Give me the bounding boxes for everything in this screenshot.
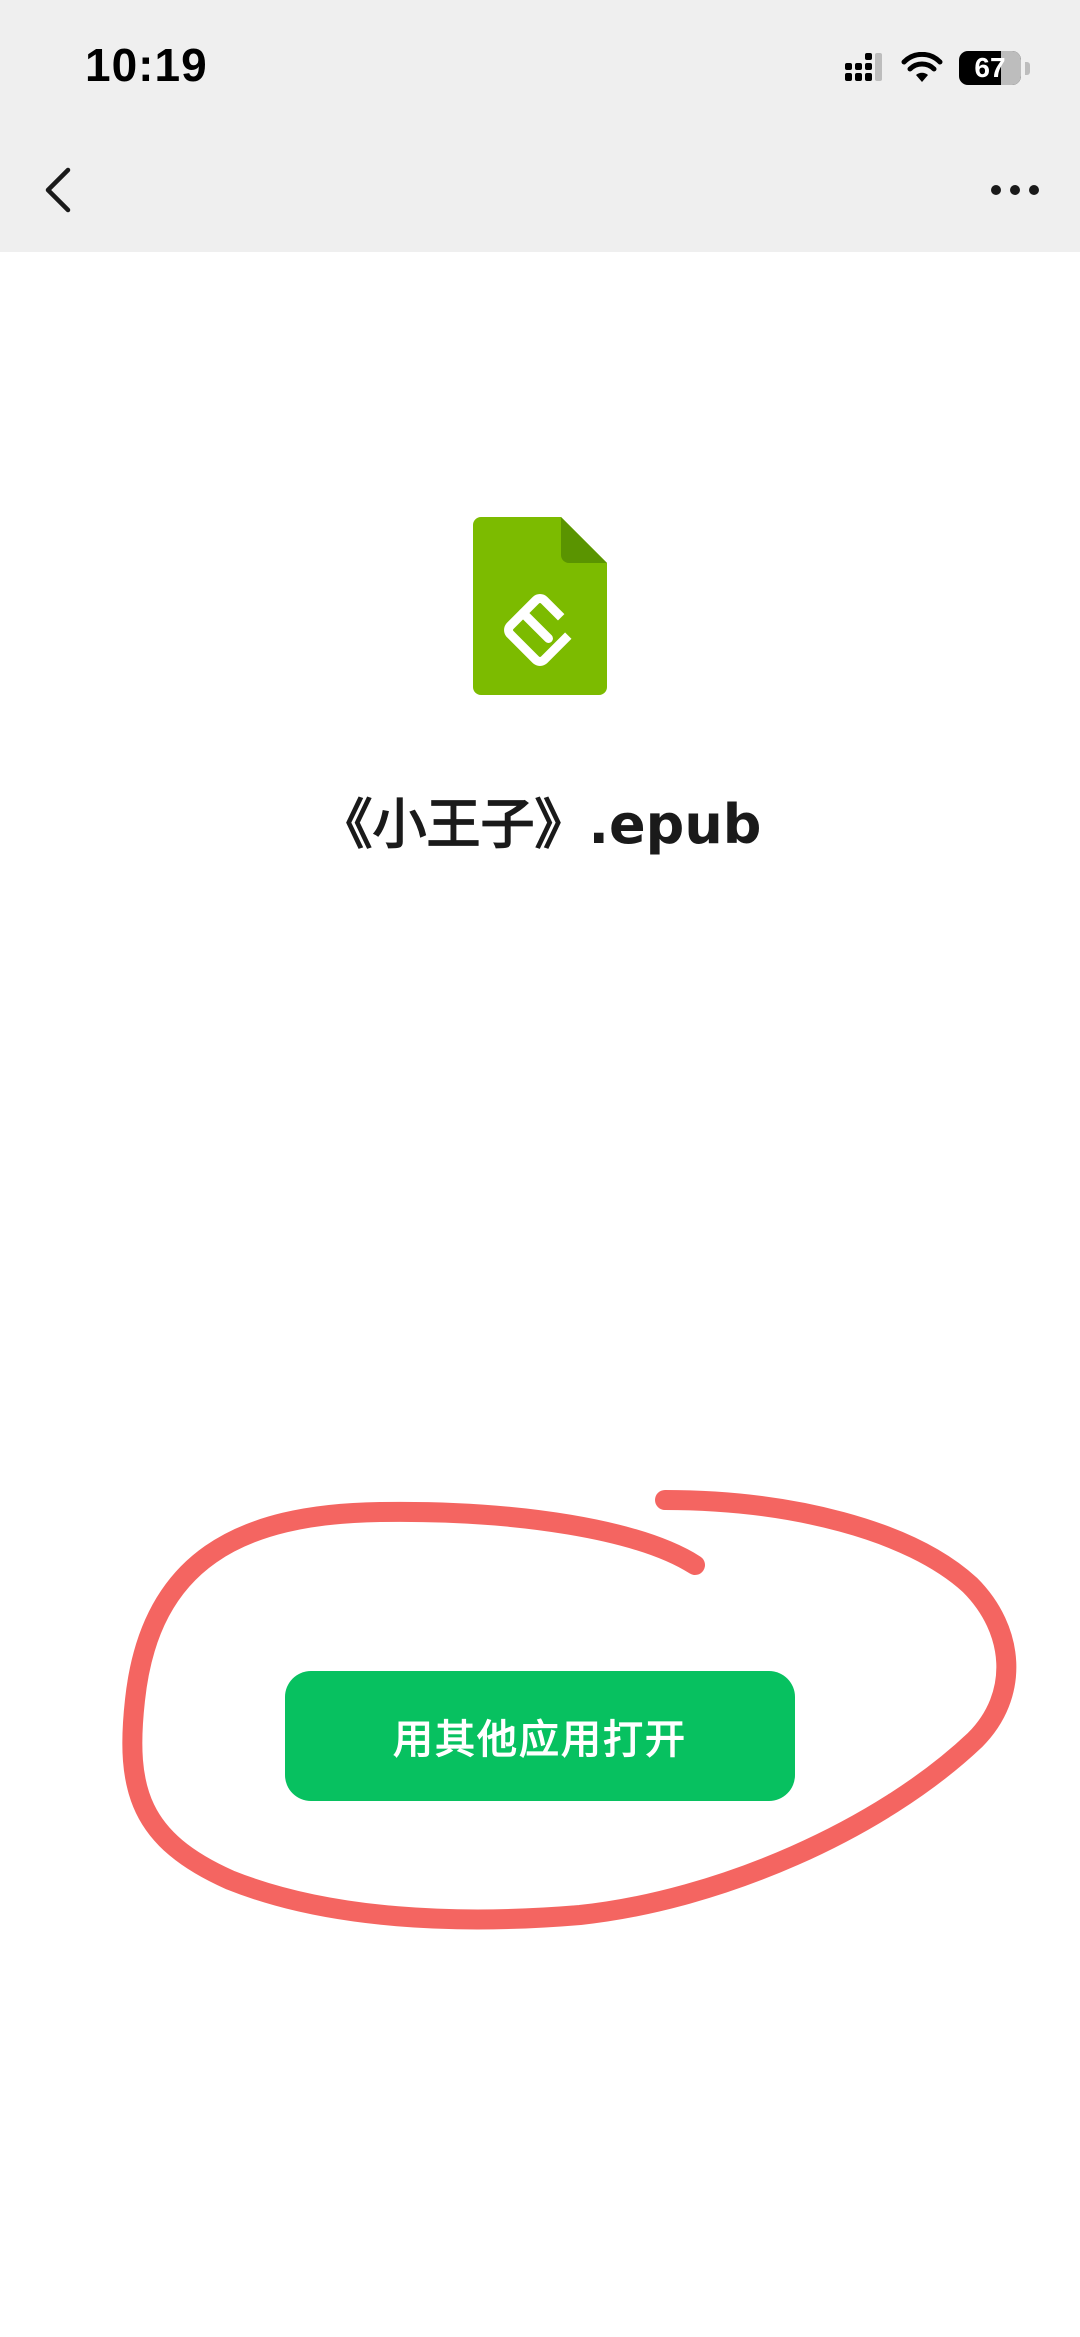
screen: 10:19 67 《小王子》.epub 用其他应用打开 — [0, 0, 1080, 2337]
more-button[interactable] — [970, 160, 1060, 220]
status-time: 10:19 — [85, 39, 208, 91]
chevron-left-icon — [45, 167, 71, 213]
top-bar: 10:19 67 — [0, 0, 1080, 252]
file-name: 《小王子》.epub — [318, 793, 762, 856]
wifi-icon — [901, 52, 943, 82]
epub-file-icon — [473, 517, 607, 695]
back-button[interactable] — [30, 150, 90, 230]
status-icons: 67 — [845, 48, 1030, 88]
battery-tip — [1025, 61, 1030, 75]
battery-level: 67 — [974, 52, 1006, 83]
more-dots-icon — [991, 185, 1039, 195]
red-circle-annotation — [122, 1490, 1017, 1930]
cellular-signal-icon — [845, 53, 882, 81]
open-with-other-app-button[interactable]: 用其他应用打开 — [285, 1671, 795, 1801]
battery-icon: 67 — [959, 51, 1021, 85]
